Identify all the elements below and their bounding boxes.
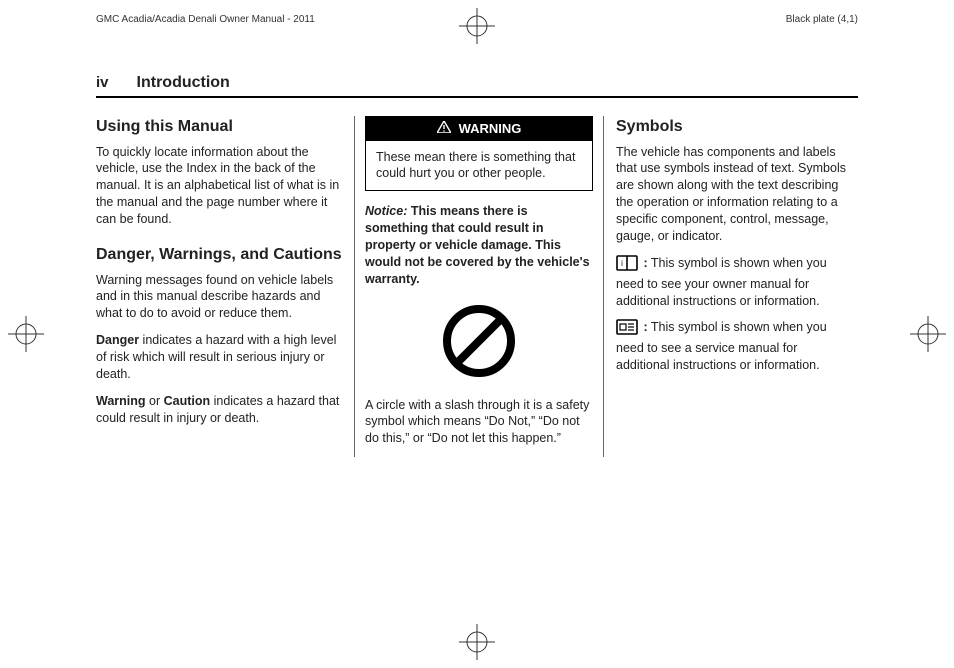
registration-mark-left [8, 316, 44, 352]
notice-label: Notice: [365, 204, 407, 218]
registration-mark-right [910, 316, 946, 352]
heading-danger-warnings: Danger, Warnings, and Cautions [96, 244, 342, 266]
para-symbols-intro: The vehicle has components and labels th… [616, 144, 848, 245]
para-index-info: To quickly locate information about the … [96, 144, 342, 228]
plate-info: Black plate (4,1) [786, 14, 858, 25]
warning-body: These mean there is something that could… [366, 141, 592, 191]
warning-header: WARNING [366, 117, 592, 141]
owner-manual-text: This symbol is shown when you need to se… [616, 256, 827, 308]
warning-title: WARNING [459, 120, 522, 138]
warning-box: WARNING These mean there is something th… [365, 116, 593, 191]
para-owner-manual-symbol: i : This symbol is shown when you need t… [616, 255, 848, 310]
service-manual-text: This symbol is shown when you need to se… [616, 320, 827, 372]
warning-label: Warning [96, 394, 146, 408]
column-3: Symbols The vehicle has components and l… [604, 116, 858, 457]
service-manual-icon [616, 319, 638, 340]
para-warning-messages: Warning messages found on vehicle labels… [96, 272, 342, 323]
prohibition-symbol [365, 302, 593, 385]
page-number: iv [96, 74, 109, 91]
content-area: iv Introduction Using this Manual To qui… [96, 74, 858, 608]
caution-label: Caution [164, 394, 211, 408]
columns: Using this Manual To quickly locate info… [96, 116, 858, 457]
page: GMC Acadia/Acadia Denali Owner Manual - … [0, 0, 954, 668]
owner-manual-icon: i [616, 255, 638, 276]
heading-symbols: Symbols [616, 116, 848, 138]
column-1: Using this Manual To quickly locate info… [96, 116, 354, 457]
para-warning-caution: Warning or Caution indicates a hazard th… [96, 393, 342, 427]
manual-title: GMC Acadia/Acadia Denali Owner Manual - … [96, 14, 315, 25]
warning-triangle-icon [437, 120, 451, 138]
page-header: iv Introduction [96, 74, 858, 98]
section-title: Introduction [137, 74, 230, 92]
para-danger: Danger indicates a hazard with a high le… [96, 332, 342, 383]
svg-text:i: i [621, 259, 623, 268]
column-2: WARNING These mean there is something th… [354, 116, 604, 457]
registration-mark-bottom [459, 624, 495, 660]
or-text: or [146, 394, 164, 408]
para-circle-explain: A circle with a slash through it is a sa… [365, 397, 593, 448]
danger-label: Danger [96, 333, 139, 347]
registration-mark-top [459, 8, 495, 44]
heading-using-manual: Using this Manual [96, 116, 342, 138]
notice-block: Notice: This means there is something th… [365, 203, 593, 287]
para-service-manual-symbol: : This symbol is shown when you need to … [616, 319, 848, 374]
